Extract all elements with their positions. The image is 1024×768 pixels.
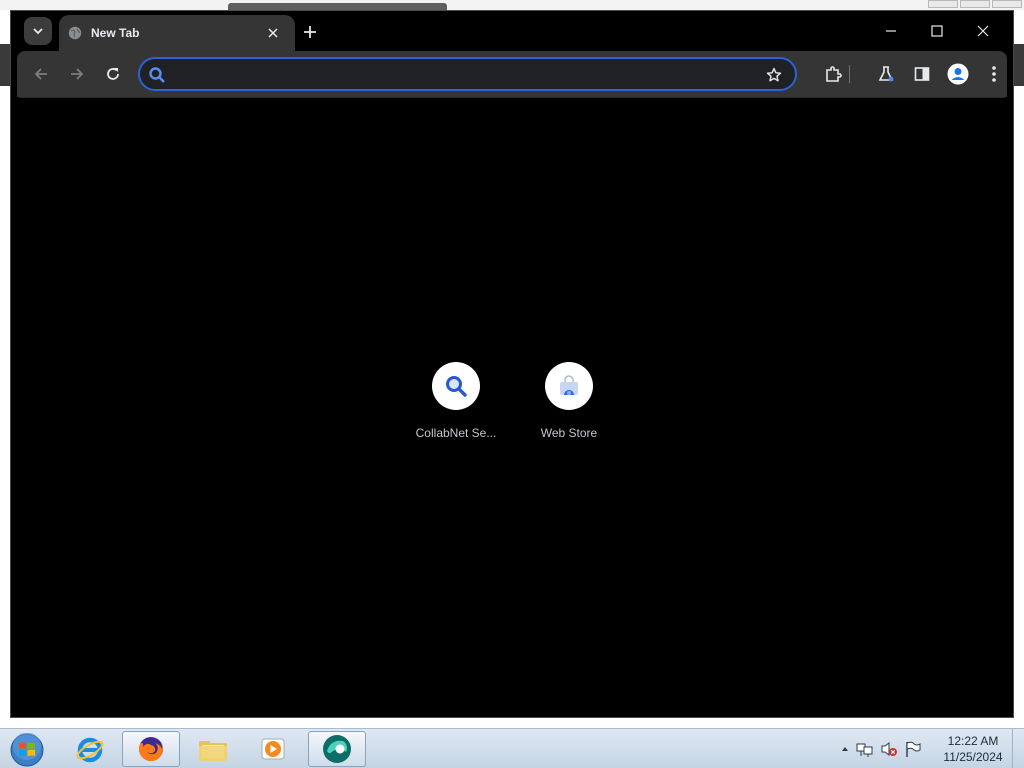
tab-search-button[interactable] [24,17,52,45]
media-player-icon [261,738,285,760]
globe-icon [68,26,82,40]
clock-date: 11/25/2024 [943,750,1003,764]
maximize-button[interactable] [919,17,955,45]
tab-close-button[interactable] [265,25,281,41]
puzzle-icon [826,66,842,82]
close-icon [268,28,278,38]
extensions-button[interactable] [820,61,846,87]
address-bar[interactable] [138,57,797,91]
chevron-up-icon[interactable] [840,744,850,754]
new-tab-page: CollabNet Se... Web Store [19,97,1005,710]
tab-new-tab[interactable]: New Tab [59,15,295,51]
shortcut-icon-circle [432,362,480,410]
start-button[interactable] [7,732,47,768]
browser-toolbar [17,51,1007,97]
background-window-edge [0,44,10,86]
flask-icon [878,66,894,82]
minimize-button[interactable] [873,17,909,45]
search-icon [446,376,467,397]
maximize-icon [931,25,943,37]
chevron-down-icon [33,28,43,35]
side-panel-button[interactable] [909,61,935,87]
taskbar: 12:22 AM 11/25/2024 [0,728,1024,768]
browser-app-icon [323,735,351,763]
shortcut-tile[interactable]: Web Store [513,362,625,452]
profile-button[interactable] [945,61,971,87]
browser-window: New Tab CollabNet Se... Web Store [10,10,1014,718]
arrow-right-icon [71,68,84,80]
file-explorer-icon [199,741,227,761]
action-center-flag-icon[interactable] [904,740,922,758]
shortcut-icon-circle [545,362,593,410]
arrow-left-icon [34,68,47,80]
shortcut-label: Web Store [540,426,598,440]
side-panel-icon [914,67,930,81]
taskbar-media-player[interactable] [244,731,302,767]
firefox-icon [138,737,163,761]
clock-time: 12:22 AM [947,734,999,748]
show-desktop-button[interactable] [1012,729,1024,768]
taskbar-firefox[interactable] [122,731,180,767]
bookmark-star-button[interactable] [764,65,784,85]
avatar-icon [947,63,969,85]
toolbar-divider [849,65,850,83]
minimize-icon [886,30,896,32]
taskbar-file-explorer[interactable] [184,731,242,767]
kebab-menu-icon [992,66,996,82]
shortcut-label: CollabNet Se... [415,426,497,440]
system-tray [840,735,922,763]
tab-title: New Tab [91,26,140,40]
labs-button[interactable] [873,61,899,87]
internet-explorer-icon [76,737,104,763]
reload-icon [107,68,119,80]
desktop-background [0,0,1024,10]
forward-button[interactable] [64,61,90,87]
back-button[interactable] [28,61,54,87]
shortcut-tile[interactable]: CollabNet Se... [400,362,512,452]
close-icon [977,25,989,37]
taskbar-browser-app[interactable] [308,731,366,767]
taskbar-internet-explorer[interactable] [61,731,119,767]
close-window-button[interactable] [965,17,1001,45]
plus-icon [304,26,316,38]
menu-button[interactable] [981,61,1007,87]
network-icon[interactable] [856,740,874,758]
volume-muted-icon[interactable] [880,740,898,758]
reload-button[interactable] [100,61,126,87]
address-input[interactable] [174,63,754,85]
background-window-controls [928,0,1022,8]
windows-logo-icon [10,733,44,767]
search-icon [149,67,165,83]
tab-strip: New Tab [11,11,1013,51]
star-icon [766,67,782,82]
taskbar-clock[interactable]: 12:22 AM 11/25/2024 [938,733,1008,765]
new-tab-button[interactable] [299,21,321,43]
web-store-icon [560,375,578,395]
